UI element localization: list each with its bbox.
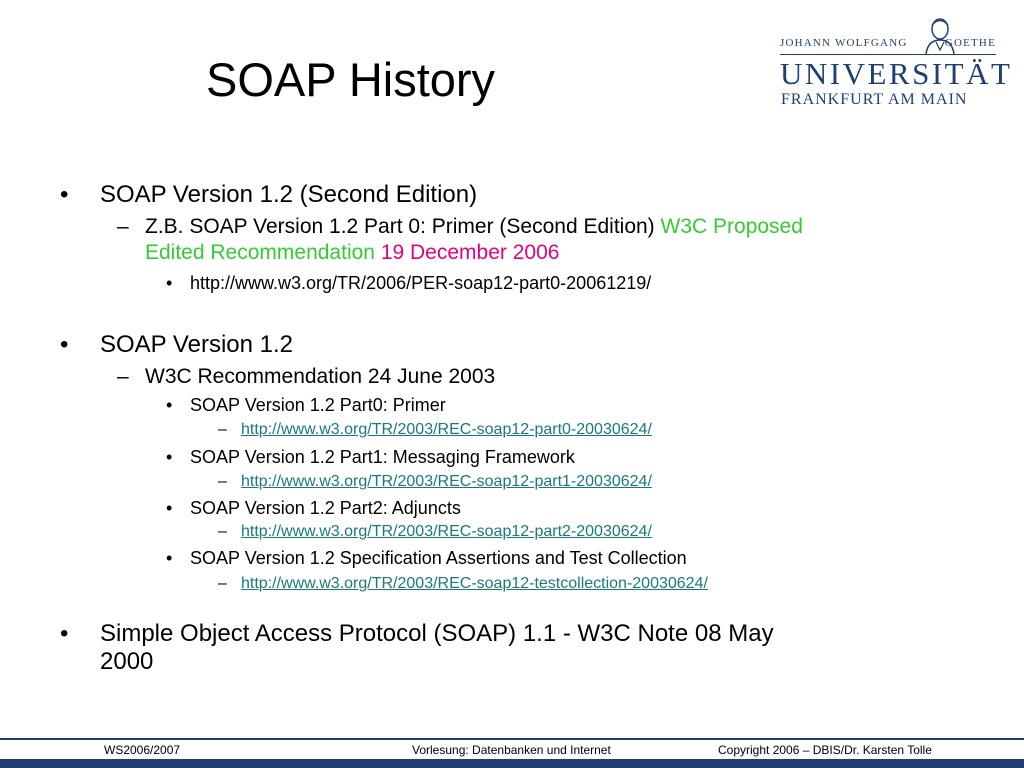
logo-university: UNIVERSITÄT bbox=[780, 56, 1013, 91]
logo-rule bbox=[780, 54, 996, 55]
item-part0-primer: SOAP Version 1.2 Part0: Primer bbox=[190, 395, 446, 415]
item-part1-messaging: SOAP Version 1.2 Part1: Messaging Framew… bbox=[190, 447, 575, 467]
bullet-icon: • bbox=[166, 395, 173, 415]
university-logo: JOHANN WOLFGANG GOETHE UNIVERSITÄT FRANK… bbox=[780, 14, 1010, 110]
dash-icon: – bbox=[117, 215, 129, 238]
item-part2-adjuncts: SOAP Version 1.2 Part2: Adjuncts bbox=[190, 498, 461, 518]
footer-rule bbox=[0, 738, 1024, 740]
link-rec-soap12-part1[interactable]: http://www.w3.org/TR/2003/REC-soap12-par… bbox=[241, 472, 652, 492]
sub-primer-second-line: Edited Recommendation 19 December 2006 bbox=[145, 240, 559, 266]
bullet-soap11-line2: 2000 bbox=[100, 648, 154, 675]
logo-city: FRANKFURT AM MAIN bbox=[781, 91, 968, 108]
url-per-soap12-part0: http://www.w3.org/TR/2006/PER-soap12-par… bbox=[190, 273, 652, 293]
primer-text: Z.B. SOAP Version 1.2 Part 0: Primer (Se… bbox=[145, 215, 655, 238]
sub-primer-second-edition: Z.B. SOAP Version 1.2 Part 0: Primer (Se… bbox=[145, 214, 803, 240]
footer-semester: WS2006/2007 bbox=[104, 743, 181, 757]
bullet-icon: • bbox=[166, 548, 173, 568]
bullet-icon: • bbox=[166, 498, 173, 518]
bullet-soap12-second-edition: SOAP Version 1.2 (Second Edition) bbox=[100, 181, 478, 208]
bullet-icon: • bbox=[60, 331, 69, 358]
link-rec-soap12-part2[interactable]: http://www.w3.org/TR/2003/REC-soap12-par… bbox=[241, 522, 652, 542]
edited-recommendation-text: Edited Recommendation bbox=[145, 241, 375, 264]
bullet-soap11-line1: Simple Object Access Protocol (SOAP) 1.1… bbox=[100, 620, 774, 647]
bullet-icon: • bbox=[60, 181, 69, 208]
dash-icon: – bbox=[218, 473, 227, 490]
bullet-soap12: SOAP Version 1.2 bbox=[100, 331, 294, 358]
bullet-icon: • bbox=[166, 273, 173, 293]
dash-icon: – bbox=[218, 523, 227, 540]
dash-icon: – bbox=[218, 421, 227, 438]
dash-icon: – bbox=[218, 575, 227, 592]
logo-top-left: JOHANN WOLFGANG bbox=[780, 37, 908, 49]
bullet-icon: • bbox=[60, 620, 69, 647]
item-test-collection: SOAP Version 1.2 Specification Assertion… bbox=[190, 548, 687, 568]
sub-w3c-recommendation: W3C Recommendation 24 June 2003 bbox=[145, 365, 496, 388]
link-rec-soap12-testcollection[interactable]: http://www.w3.org/TR/2003/REC-soap12-tes… bbox=[241, 574, 708, 594]
w3c-proposed-text: W3C Proposed bbox=[660, 215, 803, 238]
link-rec-soap12-part0[interactable]: http://www.w3.org/TR/2003/REC-soap12-par… bbox=[241, 420, 652, 440]
proposed-date-text: 19 December 2006 bbox=[380, 241, 560, 264]
footer-copyright: Copyright 2006 – DBIS/Dr. Karsten Tolle bbox=[718, 743, 932, 757]
dash-icon: – bbox=[117, 365, 129, 388]
footer-course: Vorlesung: Datenbanken und Internet bbox=[412, 743, 611, 757]
slide-title: SOAP History bbox=[206, 53, 496, 106]
footer-bar bbox=[0, 759, 1024, 768]
goethe-portrait-icon bbox=[925, 18, 955, 54]
bullet-icon: • bbox=[166, 447, 173, 467]
